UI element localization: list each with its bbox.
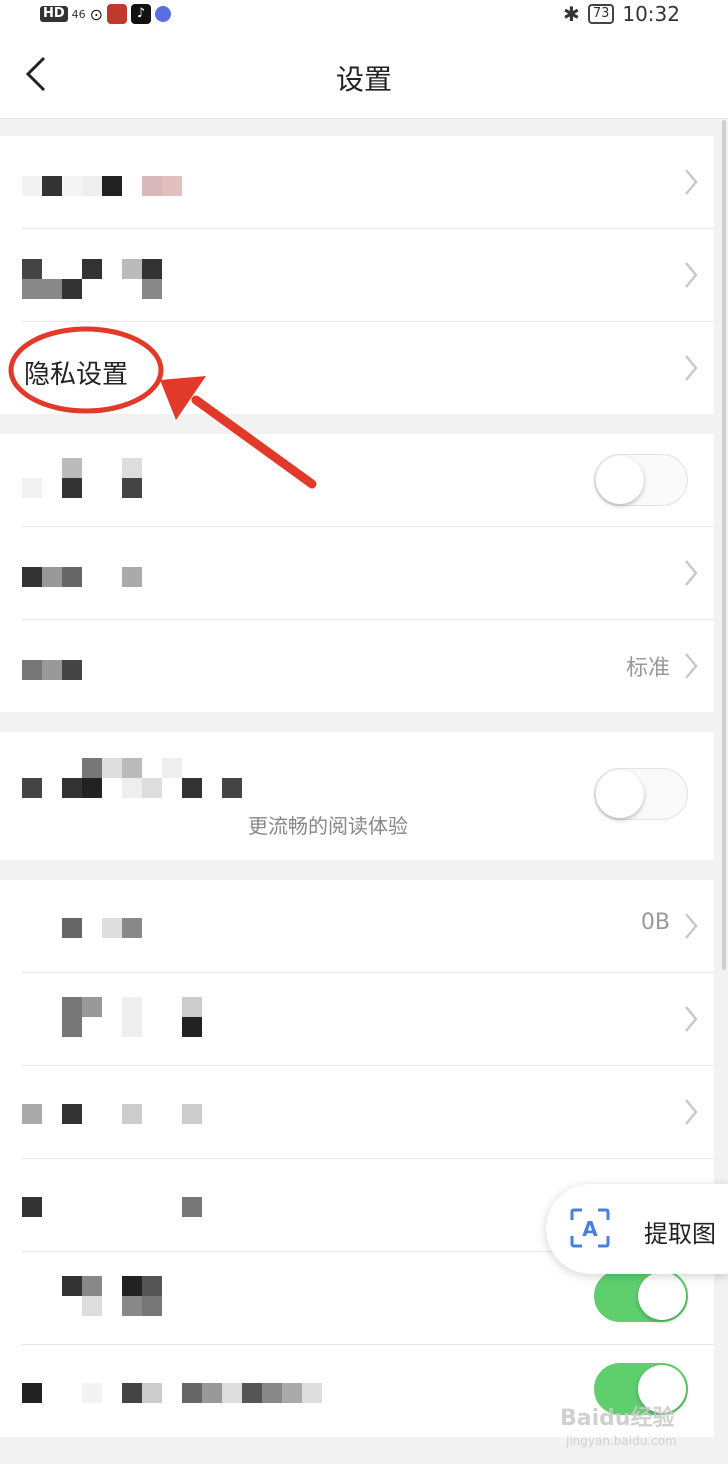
- settings-row-4[interactable]: [22, 434, 714, 527]
- extract-text-button[interactable]: A 提取图: [546, 1184, 728, 1274]
- nav-bar: 设置: [0, 32, 728, 119]
- chevron-right-icon: [684, 652, 698, 680]
- settings-row-display[interactable]: 标准: [22, 620, 714, 712]
- settings-row-cache[interactable]: 0B: [22, 880, 714, 973]
- toggle-switch[interactable]: [594, 1270, 688, 1322]
- redacted-label: [22, 259, 162, 299]
- settings-group-2: 标准: [0, 434, 714, 712]
- redacted-label: [22, 918, 142, 958]
- redacted-label: [22, 1276, 182, 1316]
- reading-subtitle: 更流畅的阅读体验: [248, 814, 408, 838]
- display-value: 标准: [625, 656, 670, 681]
- text-scan-icon: A: [570, 1208, 610, 1248]
- toggle-switch[interactable]: [594, 768, 688, 820]
- wifi-icon: ⊙: [89, 4, 104, 24]
- toggle-knob: [596, 770, 644, 818]
- redacted-label: [22, 1104, 202, 1144]
- extract-text-label: 提取图: [644, 1220, 716, 1248]
- privacy-settings-label: 隐私设置: [24, 360, 129, 390]
- settings-row-privacy[interactable]: 隐私设置: [22, 322, 714, 414]
- redacted-label: [22, 176, 182, 216]
- settings-group-3: 更流畅的阅读体验: [0, 732, 714, 860]
- status-left: HD 46 ⊙ ♪: [40, 4, 172, 24]
- chevron-right-icon: [684, 168, 698, 196]
- settings-row-account[interactable]: [22, 136, 714, 229]
- toggle-knob: [638, 1272, 686, 1320]
- music-icon: [155, 6, 172, 22]
- status-right: ✱ 73 10:32: [563, 2, 680, 26]
- signal-icon: 46: [71, 7, 86, 21]
- redacted-label: [22, 758, 262, 798]
- redacted-label: [22, 1197, 202, 1237]
- tiktok-icon: ♪: [131, 4, 152, 24]
- scrollbar[interactable]: [722, 120, 726, 970]
- chevron-right-icon: [684, 1005, 698, 1033]
- settings-row-2[interactable]: [22, 229, 714, 322]
- chevron-right-icon: [684, 912, 698, 940]
- watermark-url: jingyan.baidu.com: [566, 1434, 677, 1448]
- page-title: 设置: [335, 63, 392, 96]
- redacted-label: [22, 660, 82, 700]
- cache-size-value: 0B: [640, 910, 670, 935]
- bluetooth-icon: ✱: [563, 2, 580, 26]
- redacted-label: [22, 1383, 322, 1423]
- redacted-label: [22, 458, 142, 498]
- toggle-switch[interactable]: [594, 454, 688, 506]
- chevron-right-icon: [684, 261, 698, 289]
- settings-row-5[interactable]: [22, 527, 714, 620]
- chevron-right-icon: [684, 559, 698, 587]
- app-notification-icon: [107, 4, 128, 24]
- redacted-label: [22, 997, 222, 1037]
- settings-row-reading[interactable]: 更流畅的阅读体验: [22, 732, 714, 860]
- settings-group-4: 0B: [0, 880, 714, 1437]
- settings-row-11[interactable]: [22, 1066, 714, 1159]
- hd-badge: HD: [40, 6, 68, 22]
- settings-row-10[interactable]: [22, 973, 714, 1066]
- clock: 10:32: [622, 2, 680, 26]
- redacted-label: [22, 567, 142, 607]
- svg-text:A: A: [582, 1217, 598, 1241]
- chevron-right-icon: [684, 354, 698, 382]
- toggle-knob: [596, 456, 644, 504]
- battery-indicator: 73: [587, 4, 615, 24]
- chevron-right-icon: [684, 1098, 698, 1126]
- status-bar: HD 46 ⊙ ♪ ✱ 73 10:32: [0, 0, 728, 32]
- settings-group-1: 隐私设置: [0, 136, 714, 414]
- watermark-logo: Baidu经验: [560, 1406, 675, 1431]
